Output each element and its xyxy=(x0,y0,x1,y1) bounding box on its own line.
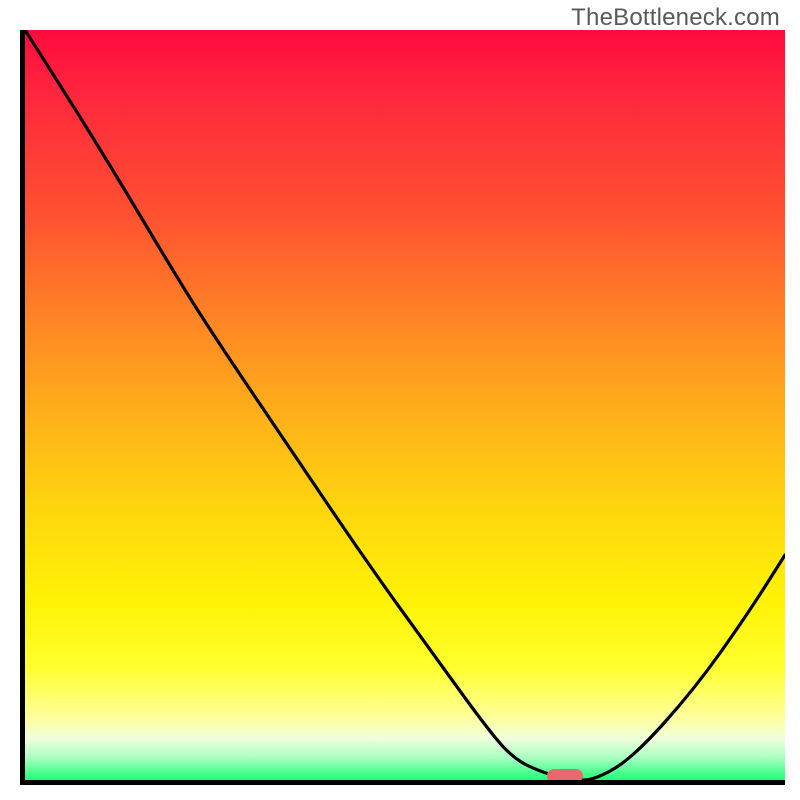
bottleneck-curve-path xyxy=(25,30,785,780)
chart-container: TheBottleneck.com xyxy=(0,0,800,800)
watermark: TheBottleneck.com xyxy=(571,4,780,32)
plot-area xyxy=(20,30,785,785)
sweet-spot-marker xyxy=(547,769,583,783)
curve-svg xyxy=(25,30,785,780)
